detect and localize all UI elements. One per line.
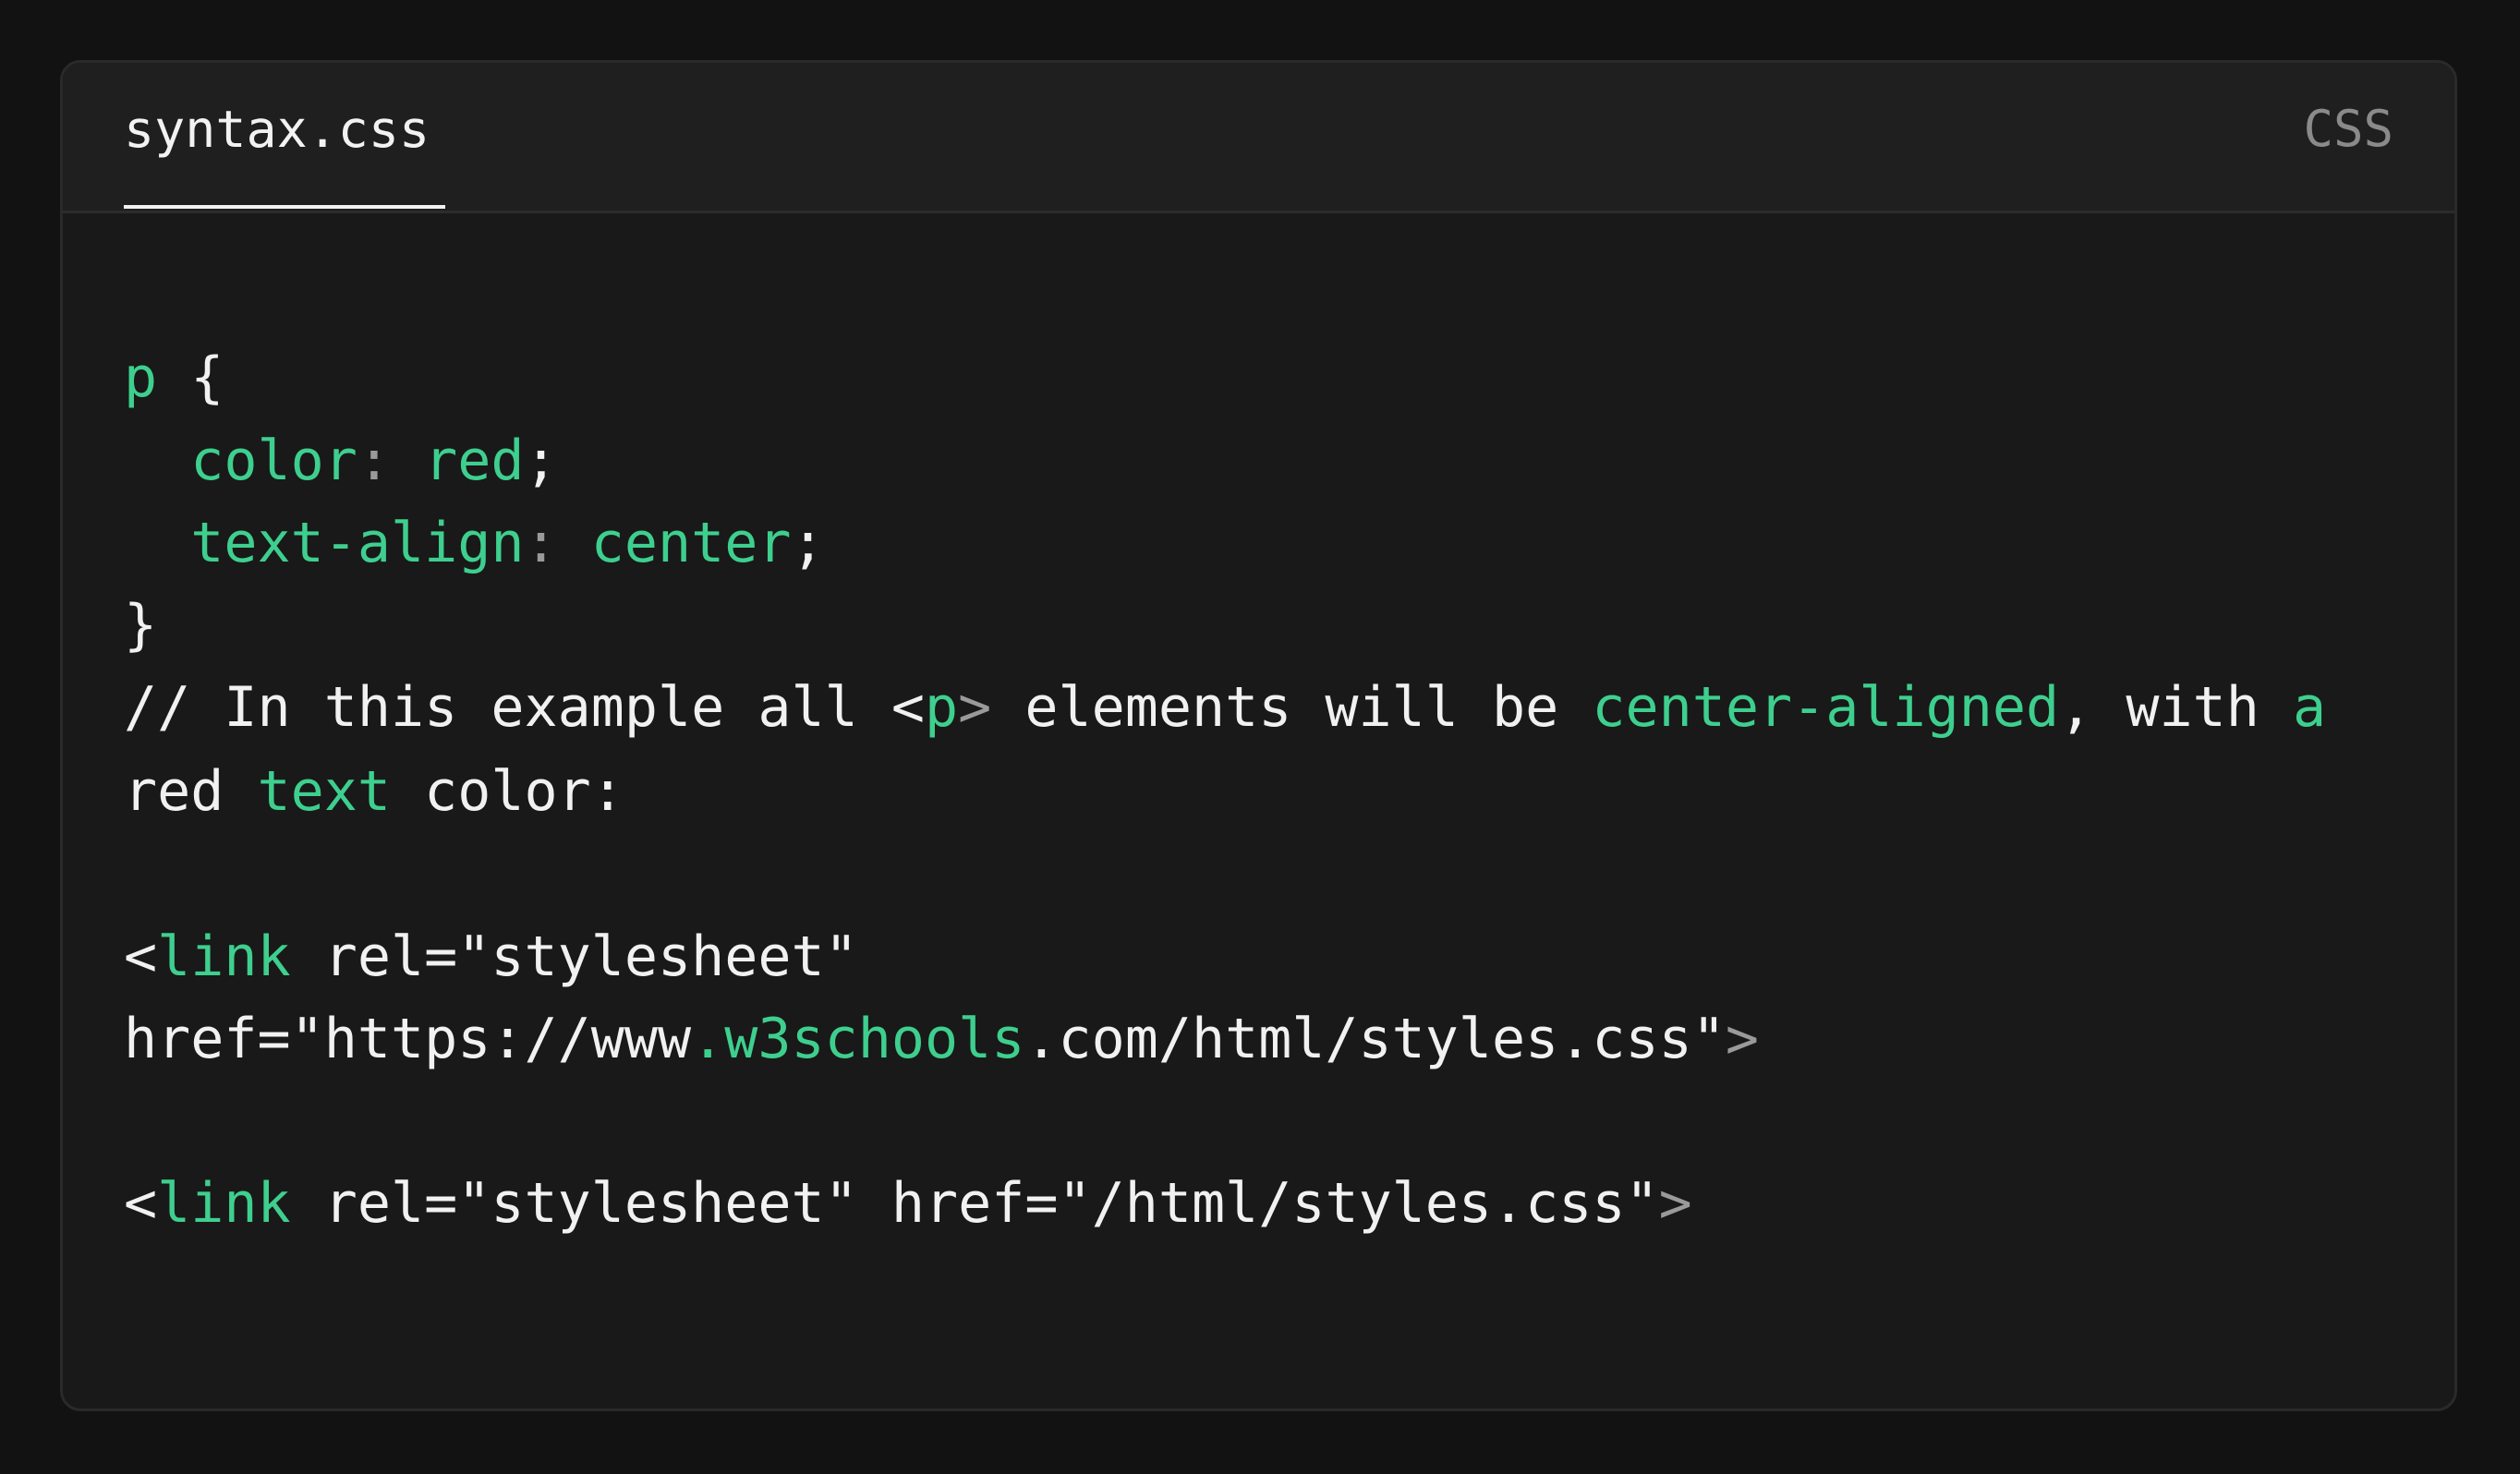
active-tab-indicator [124, 205, 445, 209]
code-token: > [1725, 1007, 1760, 1071]
code-token: href="https://www [124, 1007, 692, 1071]
code-token: p [924, 675, 959, 740]
code-line: href="https://www.w3schools.com/html/sty… [124, 997, 1759, 1081]
code-line: red text color: [124, 750, 624, 833]
code-token: , with [2059, 675, 2294, 740]
code-token: : [524, 511, 591, 575]
code-token: text [257, 759, 392, 824]
code-token: rel="stylesheet" href="/html/styles.css" [290, 1171, 1659, 1236]
code-token: link [157, 924, 291, 989]
code-token: // In this example all < [124, 675, 925, 740]
code-token: red [124, 759, 258, 824]
code-token: > [1658, 1171, 1692, 1236]
code-tab-bar: syntax.css CSS [63, 63, 2454, 213]
code-token: center [590, 511, 792, 575]
code-token: rel="stylesheet" [290, 924, 858, 989]
code-token: : [357, 429, 425, 493]
code-token: color [190, 429, 357, 493]
code-line: text-align: center; [124, 501, 825, 585]
code-token: p [124, 345, 158, 410]
code-token: elements will be [991, 675, 1593, 740]
code-token: ; [791, 511, 825, 575]
code-line: color: red; [124, 419, 558, 502]
code-token: { [157, 345, 224, 410]
code-token: > [958, 675, 992, 740]
code-token: .com/html/styles.css" [1024, 1007, 1726, 1071]
code-line: p { [124, 336, 224, 419]
code-token: .w3schools [691, 1007, 1025, 1071]
code-token: < [124, 924, 158, 989]
code-token: text-align [190, 511, 525, 575]
code-token: ; [524, 429, 558, 493]
code-token: < [124, 1171, 158, 1236]
code-token: link [157, 1171, 291, 1236]
code-line: } [124, 584, 157, 667]
code-line: <link rel="stylesheet" [124, 915, 858, 998]
code-token: red [424, 429, 525, 493]
code-line: <link rel="stylesheet" href="/html/style… [124, 1162, 1692, 1245]
language-label: CSS [2303, 100, 2393, 158]
code-token: center-aligned [1592, 675, 2060, 740]
code-token: } [124, 593, 158, 658]
code-line: // In this example all <p> elements will… [124, 666, 2326, 749]
file-tab-syntax-css[interactable]: syntax.css [124, 63, 430, 211]
code-token: color: [391, 759, 624, 824]
code-token: a [2293, 675, 2327, 740]
code-block-card: syntax.css CSS p { color: red; text-alig… [60, 60, 2457, 1411]
